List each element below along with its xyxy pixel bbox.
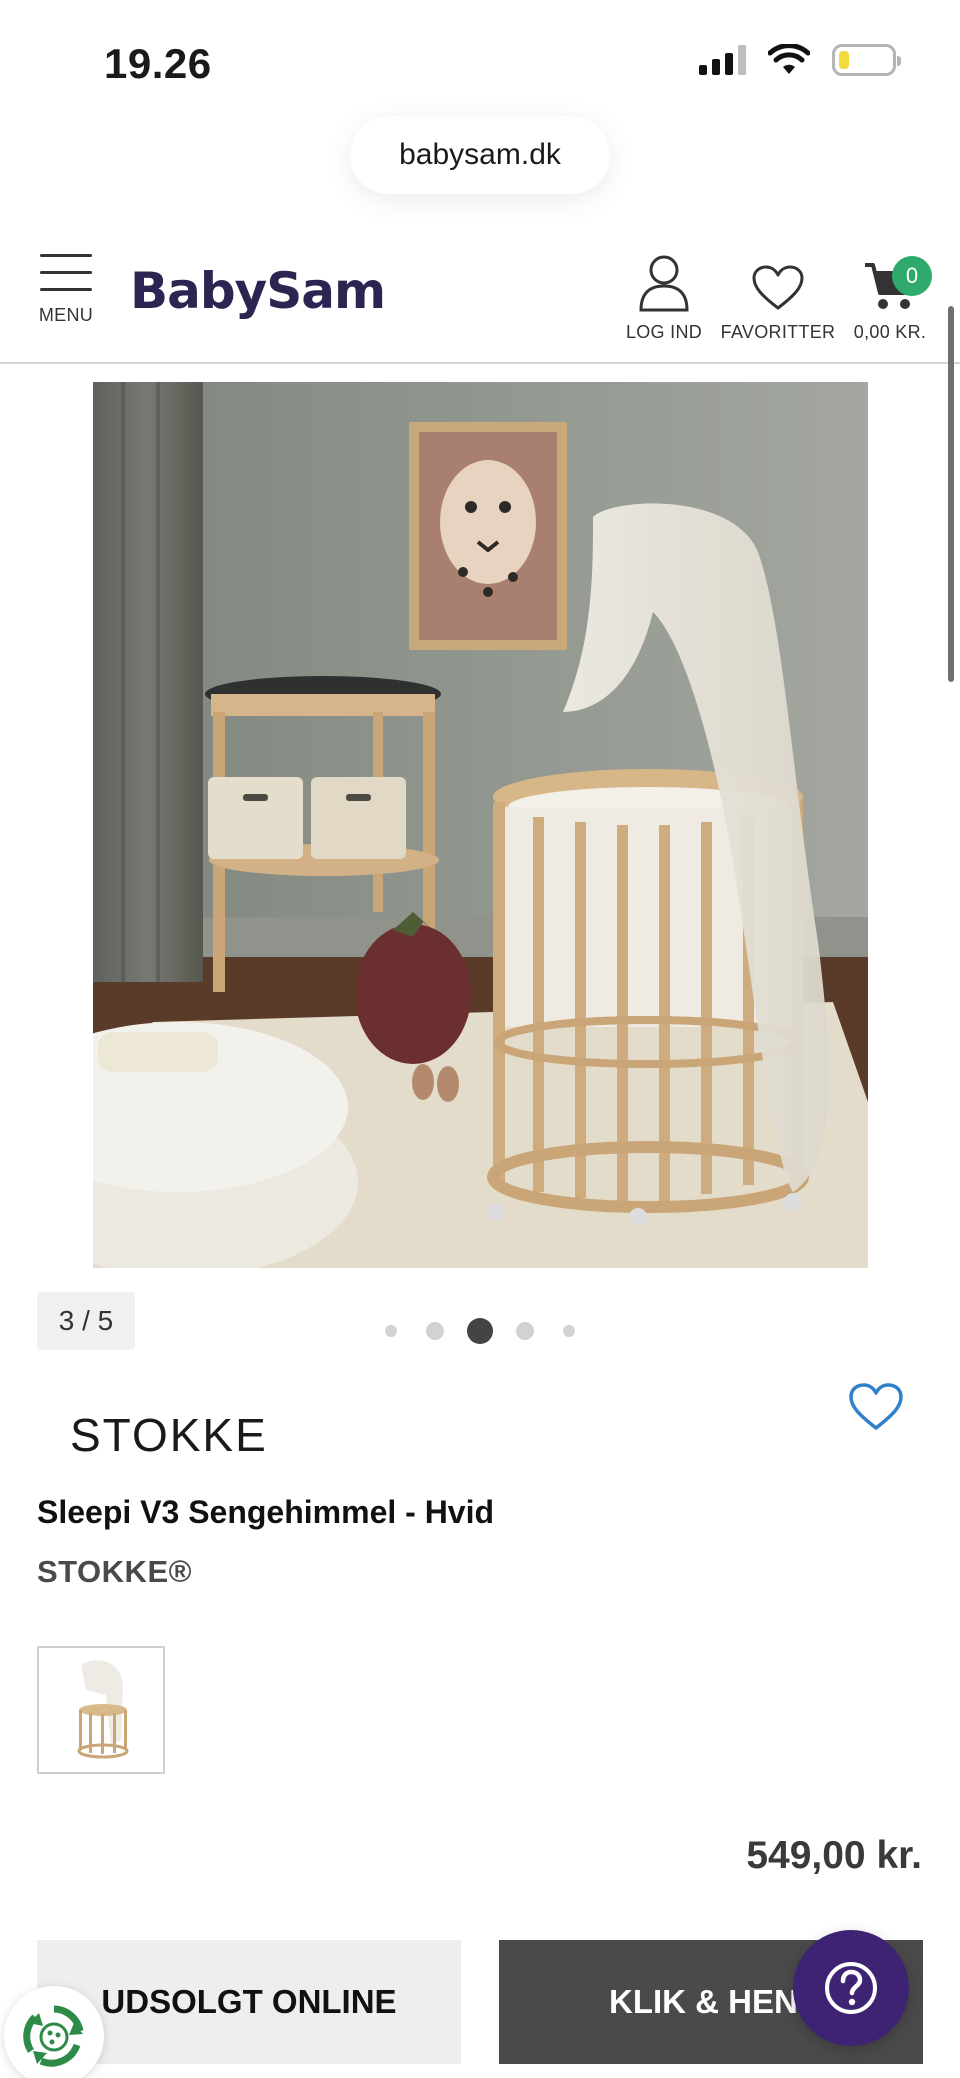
cart-button[interactable]: 0,00 KR. 0 bbox=[848, 248, 932, 343]
menu-icon bbox=[40, 254, 92, 291]
add-to-favorites-button[interactable] bbox=[848, 1382, 904, 1437]
product-title: Sleepi V3 Sengehimmel - Hvid bbox=[37, 1494, 495, 1530]
gallery-counter: 3 / 5 bbox=[37, 1292, 135, 1350]
scrollbar[interactable] bbox=[948, 306, 954, 682]
help-icon bbox=[825, 1962, 877, 2014]
signal-icon bbox=[699, 45, 746, 75]
cart-count-badge: 0 bbox=[892, 256, 932, 296]
login-label: LOG IND bbox=[625, 322, 703, 342]
gallery-dots-graphic[interactable] bbox=[380, 1316, 580, 1346]
user-icon bbox=[639, 255, 689, 312]
thumbnail-image bbox=[77, 1660, 129, 1759]
gallery-dots[interactable] bbox=[380, 1316, 580, 1346]
favorites-button[interactable]: FAVORITTER bbox=[718, 248, 838, 343]
product-image[interactable] bbox=[93, 382, 868, 1268]
gallery-dot-3-active bbox=[467, 1318, 493, 1344]
status-time: 19.26 bbox=[104, 40, 212, 87]
status-bar: 19.26 bbox=[0, 0, 960, 110]
gallery-dot-2 bbox=[426, 1322, 444, 1340]
battery-icon bbox=[832, 44, 901, 76]
site-logo[interactable]: BabySam bbox=[130, 262, 386, 320]
gallery-dot-4 bbox=[516, 1322, 534, 1340]
gallery-dot-5 bbox=[563, 1325, 575, 1337]
status-icons bbox=[699, 44, 901, 76]
recycle-button[interactable] bbox=[4, 1986, 104, 2078]
url-text: babysam.dk bbox=[399, 138, 561, 171]
product-price: 549,00 kr. bbox=[746, 1834, 922, 1877]
heart-icon bbox=[752, 265, 804, 310]
heart-icon bbox=[849, 1383, 903, 1430]
url-bar[interactable]: babysam.dk bbox=[350, 116, 610, 194]
recycle-icon bbox=[23, 2005, 84, 2067]
site-header: MENU BabySam LOG IND FAVORITTER 0,00 KR.… bbox=[0, 226, 960, 364]
wifi-icon bbox=[768, 44, 810, 74]
variant-thumbnail[interactable] bbox=[37, 1646, 165, 1774]
cart-total: 0,00 KR. bbox=[853, 322, 927, 342]
login-button[interactable]: LOG IND bbox=[622, 248, 706, 343]
product-brand[interactable]: STOKKE® bbox=[37, 1554, 192, 1590]
favorites-label: FAVORITTER bbox=[720, 322, 836, 342]
menu-label: MENU bbox=[38, 305, 94, 325]
gallery-dot-1 bbox=[385, 1325, 397, 1337]
brand-logo[interactable]: STOKKE bbox=[70, 1408, 268, 1462]
menu-button[interactable]: MENU bbox=[36, 254, 96, 326]
help-button[interactable] bbox=[793, 1930, 909, 2046]
